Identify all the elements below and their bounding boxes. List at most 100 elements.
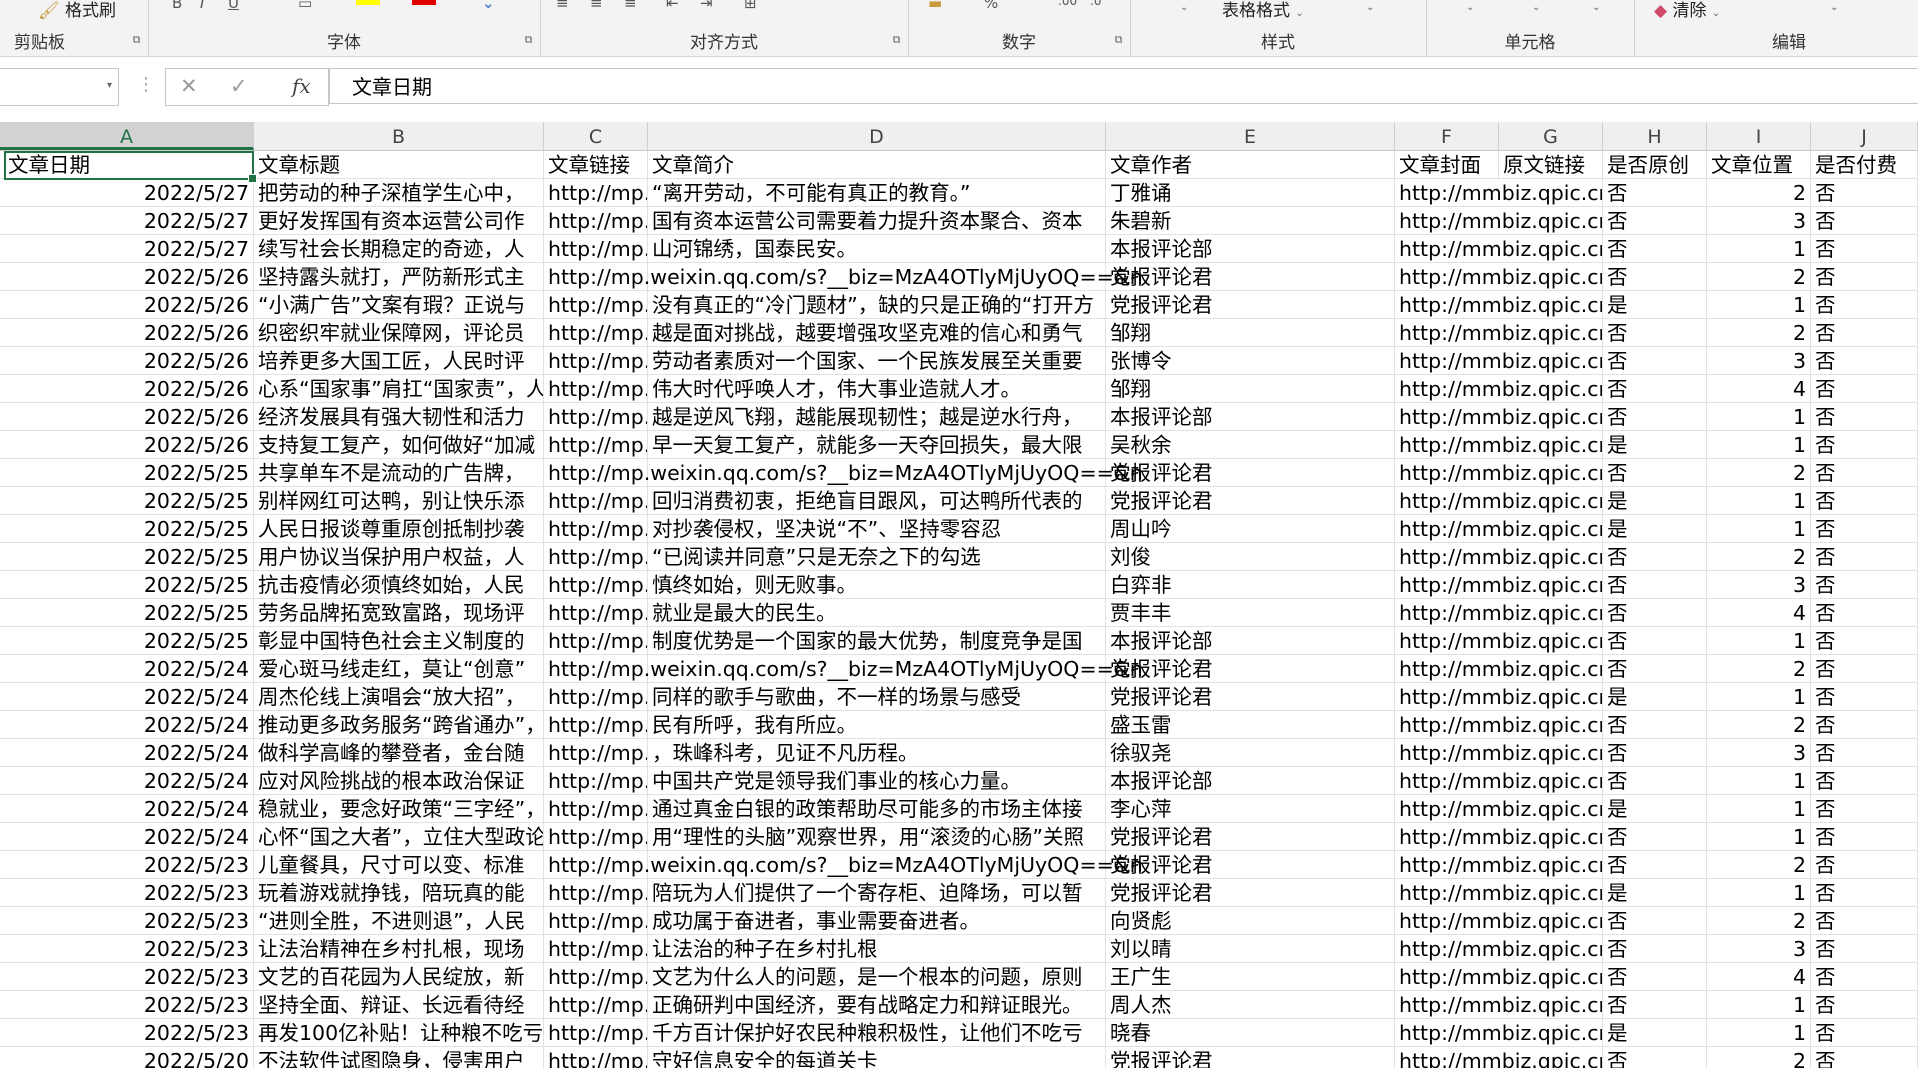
border-icon[interactable]: ▭ bbox=[298, 0, 312, 12]
cell-paid[interactable]: 否 bbox=[1811, 795, 1918, 822]
cell-pos[interactable]: 1 bbox=[1707, 291, 1811, 318]
cell-author[interactable]: 本报评论部 bbox=[1106, 627, 1395, 654]
cell-link[interactable]: http://mp.weixin.qq.com/s?__biz=MzA4OTly… bbox=[544, 1019, 648, 1046]
cell-pos[interactable]: 1 bbox=[1707, 431, 1811, 458]
cell-title[interactable]: 经济发展具有强大韧性和活力 bbox=[254, 403, 544, 430]
cell-date[interactable]: 2022/5/24 bbox=[4, 683, 254, 710]
cell-orig[interactable]: 否 bbox=[1603, 263, 1707, 290]
formula-input[interactable]: 文章日期 bbox=[329, 68, 1918, 104]
cell-title[interactable]: 周杰伦线上演唱会“放大招”， bbox=[254, 683, 544, 710]
cell-link[interactable]: http://mp.weixin.qq.com/s?__biz=MzA4OTly… bbox=[544, 235, 648, 262]
cell-paid[interactable]: 否 bbox=[1811, 991, 1918, 1018]
cell-link[interactable]: http://mp.weixin.qq.com/s?__biz=MzA4OTly… bbox=[544, 459, 1143, 486]
cell-cover[interactable]: http://mmbiz.qpic.cn/ bbox=[1395, 543, 1603, 570]
cell-link[interactable]: http://mp.weixin.qq.com/s?__biz=MzA4OTly… bbox=[544, 347, 648, 374]
cell-cover[interactable]: http://mmbiz.qpic.cn/ bbox=[1395, 319, 1603, 346]
header-cell[interactable]: 文章作者 bbox=[1106, 151, 1395, 178]
cell-date[interactable]: 2022/5/25 bbox=[4, 487, 254, 514]
cell-orig[interactable]: 否 bbox=[1603, 851, 1707, 878]
cell-paid[interactable]: 否 bbox=[1811, 627, 1918, 654]
sort-filter-chevron-down-icon[interactable]: ⌄ bbox=[1830, 2, 1838, 13]
cell-date[interactable]: 2022/5/24 bbox=[4, 739, 254, 766]
cell-paid[interactable]: 否 bbox=[1811, 963, 1918, 990]
cell-cover[interactable]: http://mmbiz.qpic.cn/ bbox=[1395, 655, 1603, 682]
cell-pos[interactable]: 4 bbox=[1707, 599, 1811, 626]
cell-date[interactable]: 2022/5/20 bbox=[4, 1047, 254, 1068]
cell-paid[interactable]: 否 bbox=[1811, 599, 1918, 626]
cell-title[interactable]: 彰显中国特色社会主义制度的 bbox=[254, 627, 544, 654]
cell-title[interactable]: 织密织牢就业保障网，评论员 bbox=[254, 319, 544, 346]
cell-link[interactable]: http://mp.weixin.qq.com/s?__biz=MzA4OTly… bbox=[544, 879, 648, 906]
dialog-launcher-icon[interactable]: ⧉ bbox=[1113, 34, 1124, 45]
cell-intro[interactable]: 用“理性的头脑”观察世界，用“滚烫的心肠”关照 bbox=[648, 823, 1106, 850]
cell-author[interactable]: 党报评论君 bbox=[1106, 879, 1395, 906]
header-cell[interactable]: 是否付费 bbox=[1811, 151, 1918, 178]
cell-intro[interactable]: 山河锦绣，国泰民安。 bbox=[648, 235, 1106, 262]
cell-date[interactable]: 2022/5/26 bbox=[4, 431, 254, 458]
cell-cover[interactable]: http://mmbiz.qpic.cn/ bbox=[1395, 1019, 1603, 1046]
cell-paid[interactable]: 否 bbox=[1811, 907, 1918, 934]
cell-paid[interactable]: 否 bbox=[1811, 767, 1918, 794]
cell-author[interactable]: 周山吟 bbox=[1106, 515, 1395, 542]
cell-title[interactable]: 儿童餐具，尺寸可以变、标准 bbox=[254, 851, 544, 878]
cell-title[interactable]: 不法软件试图隐身，侵害用户 bbox=[254, 1047, 544, 1068]
cell-cover[interactable]: http://mmbiz.qpic.cn/ bbox=[1395, 235, 1603, 262]
bold-button[interactable]: B bbox=[172, 0, 182, 12]
cell-date[interactable]: 2022/5/26 bbox=[4, 291, 254, 318]
cell-orig[interactable]: 是 bbox=[1603, 431, 1707, 458]
cell-intro[interactable]: 制度优势是一个国家的最大优势，制度竞争是国 bbox=[648, 627, 1106, 654]
cell-date[interactable]: 2022/5/24 bbox=[4, 823, 254, 850]
cell-cover[interactable]: http://mmbiz.qpic.cn/ bbox=[1395, 851, 1603, 878]
cell-link[interactable]: http://mp.weixin.qq.com/s?__biz=MzA4OTly… bbox=[544, 515, 648, 542]
cell-paid[interactable]: 否 bbox=[1811, 179, 1918, 206]
cell-title[interactable]: 心怀“国之大者”，立住大型政论 bbox=[254, 823, 544, 850]
cell-date[interactable]: 2022/5/25 bbox=[4, 571, 254, 598]
cell-intro[interactable]: 越是逆风飞翔，越能展现韧性；越是逆水行舟， bbox=[648, 403, 1106, 430]
header-cell[interactable]: 原文链接 bbox=[1499, 151, 1603, 178]
cell-pos[interactable]: 1 bbox=[1707, 795, 1811, 822]
cell-intro[interactable]: 对抄袭侵权，坚决说“不”、坚持零容忍 bbox=[648, 515, 1106, 542]
cell-cover[interactable]: http://mmbiz.qpic.cn/ bbox=[1395, 403, 1603, 430]
italic-button[interactable]: I bbox=[200, 0, 204, 12]
cell-pos[interactable]: 1 bbox=[1707, 487, 1811, 514]
cell-cover[interactable]: http://mmbiz.qpic.cn/ bbox=[1395, 991, 1603, 1018]
cell-paid[interactable]: 否 bbox=[1811, 459, 1918, 486]
indent-increase-icon[interactable]: ⇥ bbox=[700, 0, 713, 12]
cell-cover[interactable]: http://mmbiz.qpic.cn/ bbox=[1395, 375, 1603, 402]
cell-cover[interactable]: http://mmbiz.qpic.cn/ bbox=[1395, 795, 1603, 822]
cell-date[interactable]: 2022/5/23 bbox=[4, 907, 254, 934]
cell-title[interactable]: 培养更多大国工匠，人民时评 bbox=[254, 347, 544, 374]
cell-title[interactable]: 爱心斑马线走红，莫让“创意” bbox=[254, 655, 544, 682]
cell-paid[interactable]: 否 bbox=[1811, 823, 1918, 850]
cell-cover[interactable]: http://mmbiz.qpic.cn/ bbox=[1395, 291, 1603, 318]
header-cell[interactable]: 文章封面 bbox=[1395, 151, 1499, 178]
percent-button[interactable]: % bbox=[984, 0, 998, 12]
cell-date[interactable]: 2022/5/26 bbox=[4, 319, 254, 346]
cell-paid[interactable]: 否 bbox=[1811, 739, 1918, 766]
cell-link[interactable]: http://mp.weixin.qq.com/s?__biz=MzA4OTly… bbox=[544, 319, 648, 346]
insert-function-icon[interactable]: fx bbox=[292, 74, 311, 98]
cell-cover[interactable]: http://mmbiz.qpic.cn/ bbox=[1395, 1047, 1603, 1068]
cell-link[interactable]: http://mp.weixin.qq.com/s?__biz=MzA4OTly… bbox=[544, 739, 648, 766]
cell-pos[interactable]: 2 bbox=[1707, 543, 1811, 570]
cell-link[interactable]: http://mp.weixin.qq.com/s?__biz=MzA4OTly… bbox=[544, 991, 648, 1018]
cell-paid[interactable]: 否 bbox=[1811, 515, 1918, 542]
cell-intro[interactable]: 就业是最大的民生。 bbox=[648, 599, 1106, 626]
cell-intro[interactable]: 越是面对挑战，越要增强攻坚克难的信心和勇气 bbox=[648, 319, 1106, 346]
cell-intro[interactable]: 回归消费初衷，拒绝盲目跟风，可达鸭所代表的 bbox=[648, 487, 1106, 514]
cell-date[interactable]: 2022/5/25 bbox=[4, 599, 254, 626]
cell-title[interactable]: “进则全胜，不进则退”，人民 bbox=[254, 907, 544, 934]
cell-intro[interactable]: 没有真正的“冷门题材”，缺的只是正确的“打开方 bbox=[648, 291, 1106, 318]
underline-button[interactable]: U bbox=[228, 0, 239, 12]
cell-author[interactable]: 周人杰 bbox=[1106, 991, 1395, 1018]
cell-intro[interactable]: “已阅读并同意”只是无奈之下的勾选 bbox=[648, 543, 1106, 570]
header-cell[interactable]: 文章链接 bbox=[544, 151, 648, 178]
cell-orig[interactable]: 否 bbox=[1603, 375, 1707, 402]
cell-cover[interactable]: http://mmbiz.qpic.cn/ bbox=[1395, 487, 1603, 514]
cell-pos[interactable]: 1 bbox=[1707, 823, 1811, 850]
cell-cover[interactable]: http://mmbiz.qpic.cn/ bbox=[1395, 515, 1603, 542]
format-chevron-down-icon[interactable]: ⌄ bbox=[1592, 2, 1600, 13]
dialog-launcher-icon[interactable]: ⧉ bbox=[891, 34, 902, 45]
chevron-down-icon[interactable]: ▾ bbox=[107, 80, 112, 91]
column-header-g[interactable]: G bbox=[1499, 122, 1603, 150]
